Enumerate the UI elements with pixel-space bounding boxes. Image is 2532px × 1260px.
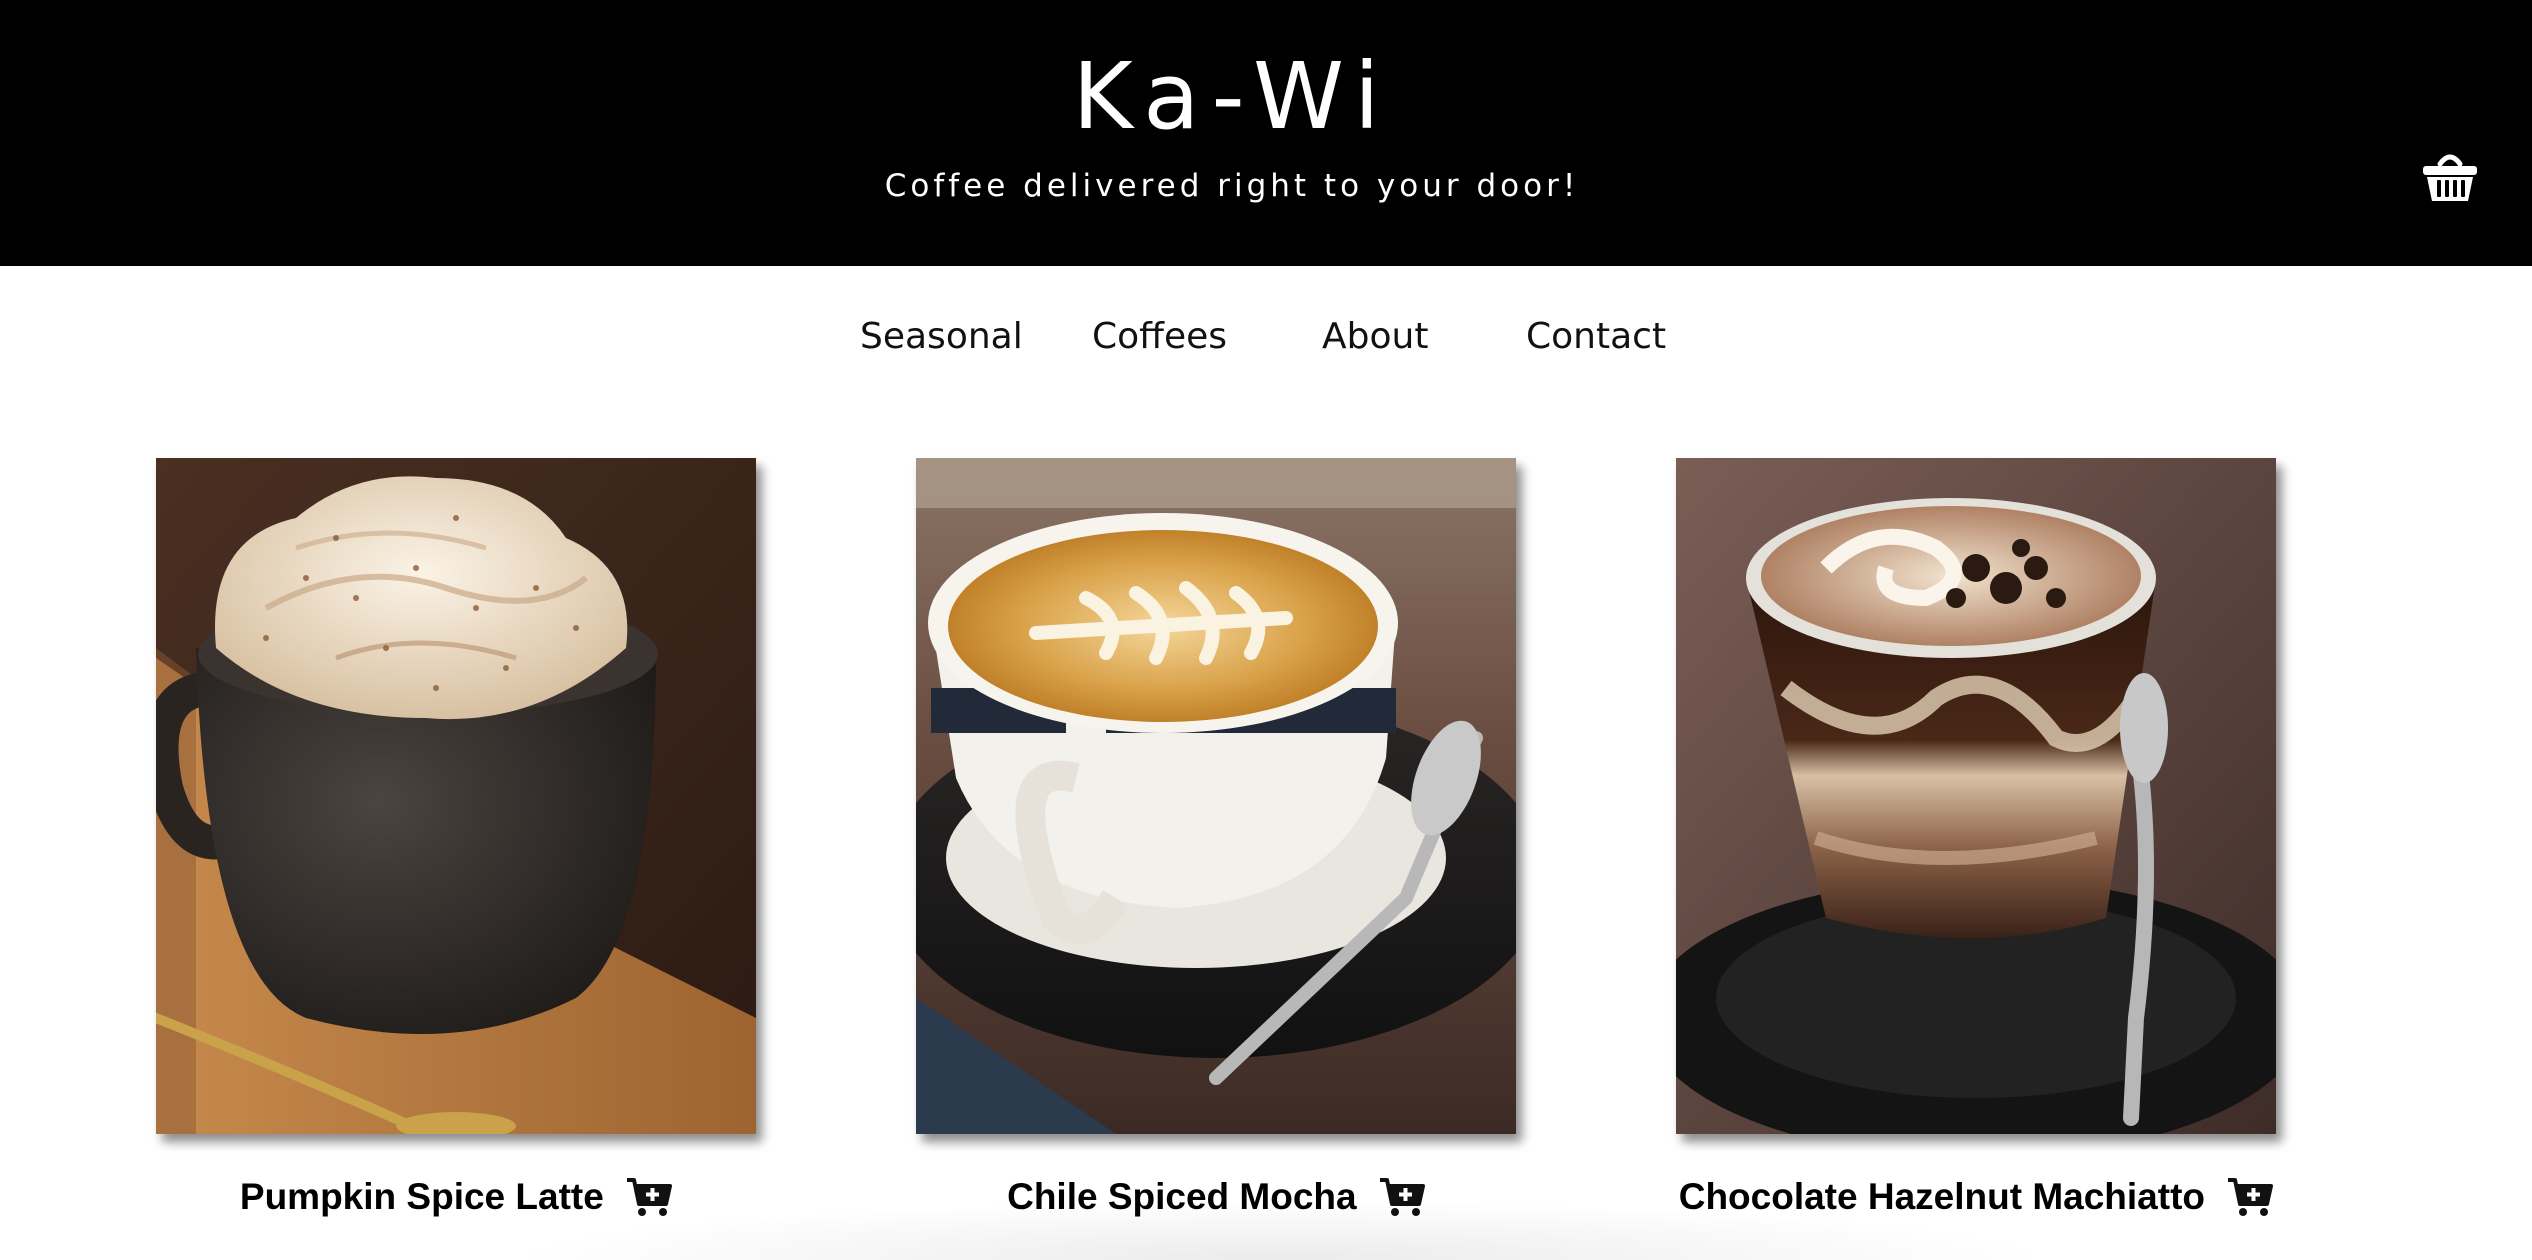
nav-item-contact[interactable]: Contact [1526, 312, 1666, 362]
scroll-shadow [500, 1200, 2060, 1260]
chile-spiced-mocha-photo[interactable] [916, 458, 1516, 1134]
tagline: Coffee delivered right to your door! [884, 168, 1580, 204]
add-to-cart-icon[interactable] [2227, 1177, 2274, 1217]
nav-item-coffees[interactable]: Coffees [1092, 312, 1227, 362]
nav-item-seasonal[interactable]: Seasonal [860, 312, 1023, 362]
pumpkin-spice-latte-photo[interactable] [156, 458, 756, 1134]
chocolate-hazelnut-machiatto-photo[interactable] [1676, 458, 2276, 1134]
main-nav: Seasonal Coffees About Contact [0, 300, 2532, 380]
site-header: Ka-Wi Coffee delivered right to your doo… [0, 0, 2532, 266]
site-title[interactable]: Ka-Wi [0, 42, 2464, 152]
nav-item-about[interactable]: About [1322, 312, 1428, 362]
shopping-basket-icon[interactable] [2420, 148, 2480, 204]
